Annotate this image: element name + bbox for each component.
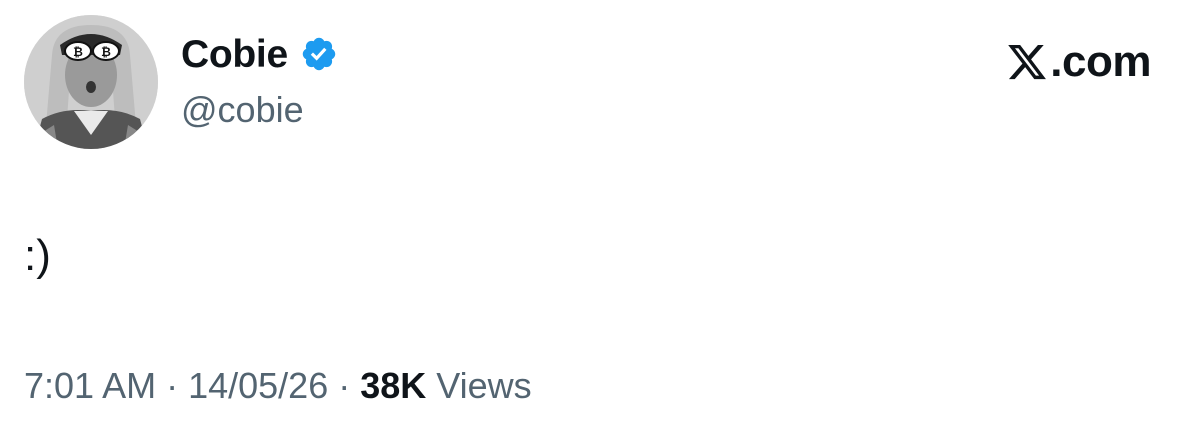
meta-separator: ·	[166, 365, 179, 406]
verified-badge-icon[interactable]	[300, 35, 338, 73]
author-name-row: Cobie	[181, 22, 338, 86]
tweet-text: :)	[24, 231, 51, 280]
tweet-date[interactable]: 14/05/26	[188, 368, 328, 404]
tweet-card: ₿ ₿ Cobie @cobie .com :) 7:01 AM · 14/05…	[0, 0, 1199, 425]
author-handle[interactable]: @cobie	[181, 92, 304, 128]
svg-text:₿: ₿	[101, 45, 111, 59]
views-count[interactable]: 38K	[360, 368, 426, 404]
avatar-photo: ₿ ₿	[24, 15, 158, 149]
avatar[interactable]: ₿ ₿	[24, 15, 158, 149]
meta-separator: ·	[338, 365, 351, 406]
svg-text:₿: ₿	[73, 45, 83, 59]
tweet-meta: 7:01 AM · 14/05/26 · 38K Views	[24, 366, 532, 406]
brand-text: .com	[1050, 37, 1151, 86]
views-label: Views	[436, 365, 532, 406]
display-name[interactable]: Cobie	[181, 35, 288, 74]
x-logo-icon	[1008, 44, 1047, 80]
tweet-time[interactable]: 7:01 AM	[24, 368, 156, 404]
brand-watermark: .com	[1006, 38, 1151, 86]
